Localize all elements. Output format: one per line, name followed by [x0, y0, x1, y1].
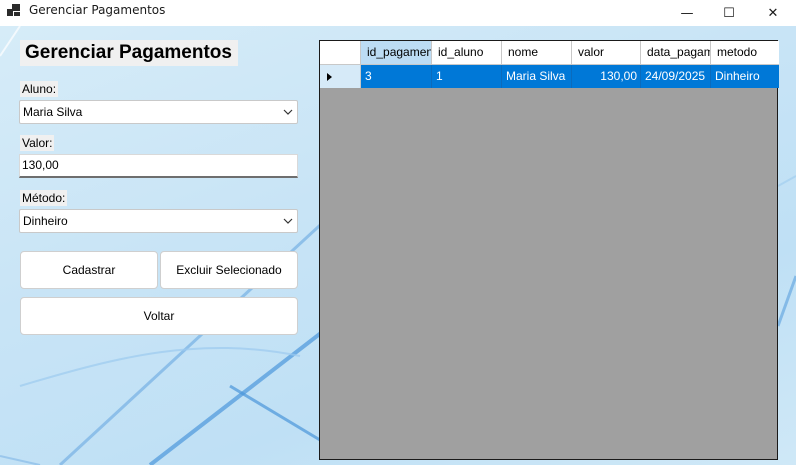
valor-input[interactable]: 130,00	[19, 154, 298, 178]
window-title: Gerenciar Pagamentos	[29, 3, 166, 17]
aluno-label: Aluno:	[20, 81, 59, 97]
grid-corner-header[interactable]	[320, 41, 361, 65]
valor-label: Valor:	[20, 135, 55, 151]
metodo-combobox[interactable]: Dinheiro	[19, 209, 298, 233]
cell-id-pagamento[interactable]: 3	[361, 65, 432, 88]
column-header-metodo[interactable]: metodo	[711, 41, 779, 65]
aluno-value: Maria Silva	[23, 105, 83, 119]
column-header-valor[interactable]: valor	[572, 41, 641, 65]
cell-nome[interactable]: Maria Silva	[502, 65, 572, 88]
chevron-down-icon[interactable]	[283, 101, 293, 131]
page-title: Gerenciar Pagamentos	[20, 40, 238, 66]
grid-header-row: id_pagamento id_aluno nome valor data_pa…	[320, 41, 779, 65]
metodo-label: Método:	[20, 190, 68, 206]
minimize-button[interactable]: —	[664, 0, 710, 26]
column-header-data-pagamento[interactable]: data_pagamento	[641, 41, 711, 65]
close-button[interactable]: ✕	[750, 0, 796, 26]
app-icon	[7, 4, 21, 18]
row-header[interactable]	[320, 65, 361, 88]
maximize-button[interactable]: ☐	[706, 0, 752, 26]
voltar-button[interactable]: Voltar	[20, 297, 298, 335]
cell-id-aluno[interactable]: 1	[432, 65, 502, 88]
payments-grid[interactable]: id_pagamento id_aluno nome valor data_pa…	[319, 40, 779, 460]
title-bar: Gerenciar Pagamentos — ☐ ✕	[0, 0, 796, 26]
cell-data-pagamento[interactable]: 24/09/2025	[641, 65, 711, 88]
form-client-area: Gerenciar Pagamentos Aluno: Maria Silva …	[0, 26, 796, 465]
metodo-value: Dinheiro	[23, 214, 68, 228]
excluir-selecionado-button[interactable]: Excluir Selecionado	[160, 251, 298, 289]
cadastrar-button[interactable]: Cadastrar	[20, 251, 158, 289]
table-row[interactable]: 3 1 Maria Silva 130,00 24/09/2025 Dinhei…	[320, 65, 779, 88]
chevron-down-icon[interactable]	[283, 210, 293, 240]
aluno-combobox[interactable]: Maria Silva	[19, 100, 298, 124]
cell-valor[interactable]: 130,00	[572, 65, 641, 88]
cell-metodo[interactable]: Dinheiro	[711, 65, 779, 88]
row-pointer-icon	[327, 73, 332, 81]
column-header-id-aluno[interactable]: id_aluno	[432, 41, 502, 65]
column-header-nome[interactable]: nome	[502, 41, 572, 65]
column-header-id-pagamento[interactable]: id_pagamento	[361, 41, 432, 65]
